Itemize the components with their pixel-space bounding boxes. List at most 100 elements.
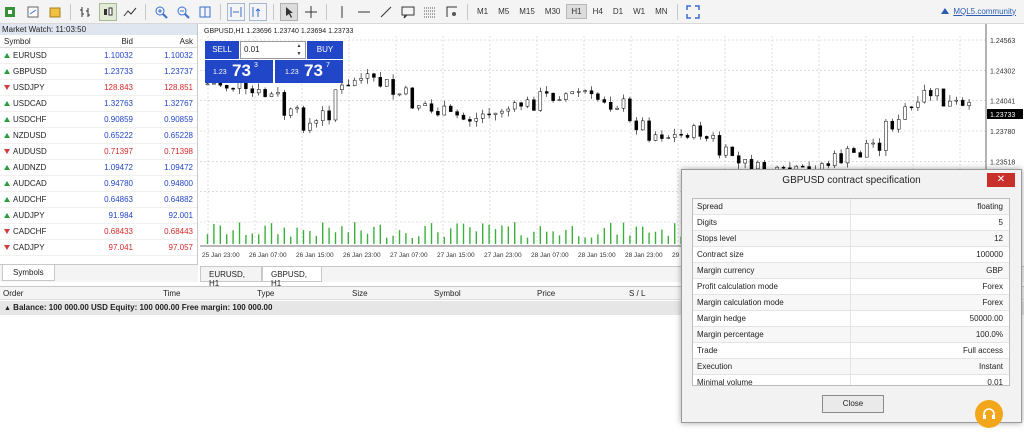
tab-eurusd-h1[interactable]: EURUSD, H1	[200, 267, 262, 288]
market-watch-row[interactable]: USDCHF 0.90859 0.90859	[0, 112, 197, 128]
market-watch-row[interactable]: CADCHF 0.68433 0.68443	[0, 224, 197, 240]
candle-body	[327, 110, 331, 121]
shapes-icon[interactable]	[443, 3, 461, 21]
candle-body	[282, 92, 287, 116]
support-headset-icon[interactable]	[975, 400, 1003, 428]
market-watch-row[interactable]: USDJPY 128.843 128.851	[0, 80, 197, 96]
candle-body	[295, 107, 299, 110]
timeframe-m30[interactable]: M30	[541, 5, 565, 18]
dialog-close-icon[interactable]: ✕	[987, 173, 1015, 187]
timeframe-w1[interactable]: W1	[629, 5, 649, 18]
market-watch-row[interactable]: USDCAD 1.32763 1.32767	[0, 96, 197, 112]
ask-cell: 0.64882	[164, 195, 193, 204]
market-watch-row[interactable]: AUDCAD 0.94780 0.94800	[0, 176, 197, 192]
zoom-out-icon[interactable]	[174, 3, 192, 21]
timeframe-m15[interactable]: M15	[515, 5, 539, 18]
trend-line-icon[interactable]	[377, 3, 395, 21]
symbol-name: USDJPY	[13, 83, 45, 92]
volume-stepper[interactable]: ▲ ▼	[293, 42, 305, 58]
col-ask-header[interactable]: Ask	[139, 35, 197, 47]
col-order[interactable]: Order	[3, 289, 23, 298]
spec-value: floating	[977, 202, 1003, 211]
symbol-cell: GBPUSD	[0, 67, 80, 76]
candle-body	[717, 135, 722, 156]
market-watch-row[interactable]: AUDUSD 0.71397 0.71398	[0, 144, 197, 160]
chart-shift-icon[interactable]	[249, 2, 267, 21]
specification-table[interactable]: Spread floating Digits 5 Stops level 12 Contra…	[692, 198, 1010, 386]
candle-body	[960, 99, 965, 106]
fullscreen-icon[interactable]	[684, 3, 702, 21]
zoom-in-icon[interactable]	[152, 3, 170, 21]
line-chart-icon[interactable]	[121, 3, 139, 21]
market-watch-row[interactable]: AUDCHF 0.64863 0.64882	[0, 192, 197, 208]
col-time[interactable]: Time	[163, 289, 180, 298]
candle-body	[724, 146, 728, 156]
timeframe-m1[interactable]: M1	[473, 5, 492, 18]
autoscroll-icon[interactable]	[227, 2, 245, 21]
profiles-icon[interactable]	[46, 3, 64, 21]
buy-price-box[interactable]: 1.23 73 7	[275, 60, 343, 83]
candle-body	[468, 119, 472, 122]
tile-windows-icon[interactable]	[196, 3, 214, 21]
timeframe-h4[interactable]: H4	[589, 5, 607, 18]
vertical-line-icon[interactable]	[333, 3, 351, 21]
symbol-cell: CADJPY	[0, 243, 80, 252]
spec-key: Margin currency	[693, 263, 851, 278]
candle-body	[205, 83, 210, 86]
symbol-cell: EURUSD	[0, 51, 80, 60]
timeframe-mn[interactable]: MN	[651, 5, 671, 18]
market-watch-row[interactable]: AUDJPY 91.984 92.001	[0, 208, 197, 224]
candle-body	[967, 102, 971, 106]
candle-body	[845, 148, 850, 164]
spec-value: 12	[994, 234, 1003, 243]
ask-cell: 97.057	[168, 243, 193, 252]
ask-cell: 0.65228	[164, 131, 193, 140]
bar-chart-icon[interactable]	[77, 3, 95, 21]
crosshair-icon[interactable]	[302, 3, 320, 21]
time-tick-label: 27 Jan 07:00	[390, 252, 428, 259]
new-chart-icon[interactable]	[24, 3, 42, 21]
col-bid-header[interactable]: Bid	[80, 35, 139, 47]
spec-row: Minimal volume 0.01	[693, 375, 1009, 385]
close-button[interactable]: Close	[822, 395, 884, 413]
timeframe-m5[interactable]: M5	[494, 5, 513, 18]
sell-button[interactable]: SELL	[205, 41, 239, 59]
fibonacci-icon[interactable]	[421, 3, 439, 21]
buy-button[interactable]: BUY	[307, 41, 343, 59]
horizontal-line-icon[interactable]	[355, 3, 373, 21]
timeframe-d1[interactable]: D1	[609, 5, 627, 18]
sell-price-box[interactable]: 1.23 73 3	[205, 60, 273, 83]
collapse-arrow-icon[interactable]: ▲	[4, 305, 11, 312]
col-symbol[interactable]: Symbol	[434, 289, 461, 298]
mql5-link-text[interactable]: MQL5.community	[953, 7, 1016, 16]
col-price[interactable]: Price	[537, 289, 555, 298]
candle-body	[480, 113, 485, 119]
new-order-icon[interactable]	[2, 3, 20, 21]
cursor-icon[interactable]	[280, 2, 298, 21]
current-price-label: 1.23733	[990, 112, 1015, 119]
market-watch-row[interactable]: AUDNZD 1.09472 1.09472	[0, 160, 197, 176]
col-type[interactable]: Type	[257, 289, 274, 298]
tab-symbols[interactable]: Symbols	[2, 265, 55, 281]
candle-body	[391, 79, 395, 95]
bid-cell: 0.64863	[104, 195, 133, 204]
market-watch-row[interactable]: NZDUSD 0.65222 0.65228	[0, 128, 197, 144]
market-watch-row[interactable]: GBPUSD 1.23733 1.23737	[0, 64, 197, 80]
price-tick-label: 1.23518	[990, 159, 1015, 166]
candle-body	[941, 88, 946, 107]
candlestick-icon[interactable]	[99, 2, 117, 21]
candle-body	[685, 135, 690, 138]
col-symbol-header[interactable]: Symbol	[0, 35, 80, 47]
market-watch-row[interactable]: CADJPY 97.041 97.057	[0, 240, 197, 256]
market-watch-row[interactable]: EURUSD 1.10032 1.10032	[0, 48, 197, 64]
col-size[interactable]: Size	[352, 289, 368, 298]
col-sl[interactable]: S / L	[629, 289, 645, 298]
mql5-community-link[interactable]: MQL5.community	[940, 6, 1016, 16]
timeframe-h1[interactable]: H1	[566, 4, 587, 19]
text-label-icon[interactable]	[399, 3, 417, 21]
toolbar-divider	[676, 3, 678, 20]
contract-specification-dialog: GBPUSD contract specification ✕ Spread fl…	[681, 169, 1022, 423]
candle-body	[340, 84, 344, 91]
time-tick-label: 26 Jan 15:00	[296, 252, 334, 259]
tab-gbpusd-h1[interactable]: GBPUSD, H1	[262, 267, 322, 288]
